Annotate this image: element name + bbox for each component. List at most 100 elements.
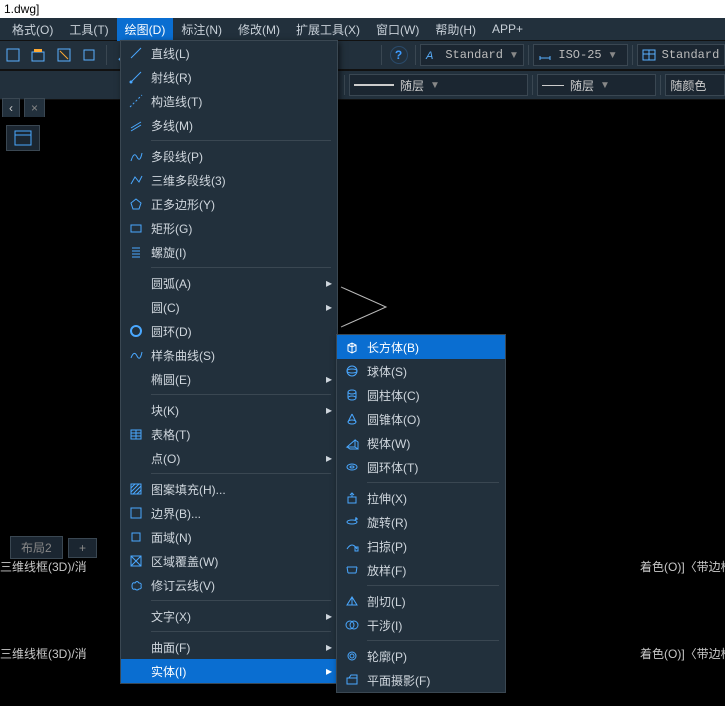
solid-menu-item[interactable]: 剖切(L)	[337, 589, 505, 613]
mline-icon	[121, 118, 151, 132]
color-selector[interactable]: 随颜色	[665, 74, 725, 96]
document-icon[interactable]	[6, 125, 40, 151]
menu-label: 修订云线(V)	[151, 577, 321, 594]
draw-menu-item[interactable]: 文字(X)▸	[121, 604, 337, 628]
draw-menu-item[interactable]: 构造线(T)	[121, 89, 337, 113]
helix-icon	[121, 245, 151, 259]
profile-icon	[337, 649, 367, 663]
region-icon	[121, 530, 151, 544]
draw-menu-item[interactable]: 区域覆盖(W)	[121, 549, 337, 573]
menu-label: 射线(R)	[151, 69, 321, 86]
help-icon[interactable]: ?	[388, 44, 410, 66]
menu-tools[interactable]: 工具(T)	[61, 18, 116, 41]
draw-menu-item[interactable]: 螺旋(I)	[121, 240, 337, 264]
draw-menu-item[interactable]: 正多边形(Y)	[121, 192, 337, 216]
menu-draw[interactable]: 绘图(D)	[117, 18, 174, 41]
solid-menu-item[interactable]: 平面摄影(F)	[337, 668, 505, 692]
draw-menu-item[interactable]: 多段线(P)	[121, 144, 337, 168]
separator	[415, 45, 416, 65]
solid-menu-item[interactable]: 球体(S)	[337, 359, 505, 383]
draw-menu-item[interactable]: 边界(B)...	[121, 501, 337, 525]
tool-btn-4[interactable]	[79, 44, 101, 66]
draw-menu-item[interactable]: 三维多段线(3)	[121, 168, 337, 192]
draw-menu-item[interactable]: 椭圆(E)▸	[121, 367, 337, 391]
menu-label: 正多边形(Y)	[151, 196, 321, 213]
window-title: 1.dwg]	[0, 0, 725, 18]
solid-menu-item[interactable]: 圆柱体(C)	[337, 383, 505, 407]
solid-submenu: 长方体(B) 球体(S)圆柱体(C)圆锥体(O) 楔体(W) 圆环体(T) 拉伸(X) 旋…	[336, 334, 506, 693]
color-value: 随颜色	[670, 77, 706, 94]
draw-menu-item[interactable]: 曲面(F)▸	[121, 635, 337, 659]
lineweight-selector[interactable]: 随层 ▼	[537, 74, 656, 96]
tab-nav-left[interactable]: ‹	[2, 98, 20, 117]
draw-menu-item[interactable]: 块(K)▸	[121, 398, 337, 422]
submenu-arrow-icon: ▸	[321, 609, 337, 623]
menu-format[interactable]: 格式(O)	[4, 18, 61, 41]
submenu-arrow-icon: ▸	[321, 403, 337, 417]
document-tabbar: ‹ ×	[0, 96, 110, 119]
menu-label: 文字(X)	[151, 608, 321, 625]
hatch-icon	[121, 482, 151, 496]
draw-menu-item[interactable]: 样条曲线(S)	[121, 343, 337, 367]
draw-menu-item[interactable]: 图案填充(H)...	[121, 477, 337, 501]
tool-btn-3[interactable]	[53, 44, 75, 66]
linetype-selector[interactable]: 随层 ▼	[349, 74, 528, 96]
menu-label: 实体(I)	[151, 663, 321, 680]
layout-add[interactable]: +	[68, 538, 97, 558]
menu-label: 放样(F)	[367, 562, 505, 579]
menu-label: 圆环(D)	[151, 323, 321, 340]
wedge-icon	[337, 436, 367, 450]
solid-menu-item[interactable]: 旋转(R)	[337, 510, 505, 534]
draw-menu-item[interactable]: 圆环(D)	[121, 319, 337, 343]
svg-text:A: A	[425, 50, 433, 62]
layout-tab[interactable]: 布局2	[10, 536, 63, 559]
menu-app[interactable]: APP+	[484, 19, 531, 39]
draw-menu-item[interactable]: 点(O)▸	[121, 446, 337, 470]
donut-icon	[121, 324, 151, 338]
menu-modify[interactable]: 修改(M)	[230, 18, 288, 41]
table-style-selector[interactable]: Standard	[637, 44, 725, 66]
solid-menu-item[interactable]: 长方体(B)	[337, 335, 505, 359]
draw-menu-item[interactable]: 多线(M)	[121, 113, 337, 137]
revolve-icon	[337, 515, 367, 529]
tool-btn-1[interactable]	[2, 44, 24, 66]
menu-label: 多线(M)	[151, 117, 321, 134]
menu-dimension[interactable]: 标注(N)	[173, 18, 230, 41]
draw-menu-item[interactable]: 直线(L)	[121, 41, 337, 65]
menu-label: 长方体(B)	[367, 339, 505, 356]
menu-label: 面域(N)	[151, 529, 321, 546]
text-style-selector[interactable]: A Standard ▼	[420, 44, 524, 66]
solid-menu-item[interactable]: 圆锥体(O)	[337, 407, 505, 431]
draw-menu-item[interactable]: 矩形(G)	[121, 216, 337, 240]
solid-menu-item[interactable]: 轮廓(P)	[337, 644, 505, 668]
menu-label: 扫掠(P)	[367, 538, 505, 555]
draw-menu-item[interactable]: 修订云线(V)	[121, 573, 337, 597]
menu-help[interactable]: 帮助(H)	[427, 18, 484, 41]
draw-menu-item[interactable]: 圆(C)▸	[121, 295, 337, 319]
tab-close[interactable]: ×	[24, 98, 45, 117]
menu-label: 楔体(W)	[367, 435, 505, 452]
solid-menu-item[interactable]: 楔体(W)	[337, 431, 505, 455]
dim-style-selector[interactable]: ISO-25 ▼	[533, 44, 627, 66]
draw-menu-item[interactable]: 射线(R)	[121, 65, 337, 89]
solid-menu-item[interactable]: 干涉(I)	[337, 613, 505, 637]
submenu-arrow-icon: ▸	[321, 372, 337, 386]
torus-icon	[337, 460, 367, 474]
draw-menu-item[interactable]: 圆弧(A)▸	[121, 271, 337, 295]
draw-dropdown: 直线(L) 射线(R) 构造线(T) 多线(M) 多段线(P)三维多段线(3) 正多边形(…	[120, 40, 338, 684]
solid-menu-item[interactable]: 扫掠(P)	[337, 534, 505, 558]
linetype-value: 随层	[400, 77, 424, 94]
loft-icon	[337, 563, 367, 577]
tool-btn-2[interactable]	[28, 44, 50, 66]
separator	[532, 75, 533, 95]
draw-menu-item[interactable]: 表格(T)	[121, 422, 337, 446]
solid-menu-item[interactable]: 拉伸(X)	[337, 486, 505, 510]
menu-extend[interactable]: 扩展工具(X)	[288, 18, 368, 41]
draw-menu-item[interactable]: 实体(I)▸	[121, 659, 337, 683]
sphere-icon	[337, 364, 367, 378]
menu-window[interactable]: 窗口(W)	[368, 18, 427, 41]
menu-label: 拉伸(X)	[367, 490, 505, 507]
draw-menu-item[interactable]: 面域(N)	[121, 525, 337, 549]
solid-menu-item[interactable]: 圆环体(T)	[337, 455, 505, 479]
solid-menu-item[interactable]: 放样(F)	[337, 558, 505, 582]
